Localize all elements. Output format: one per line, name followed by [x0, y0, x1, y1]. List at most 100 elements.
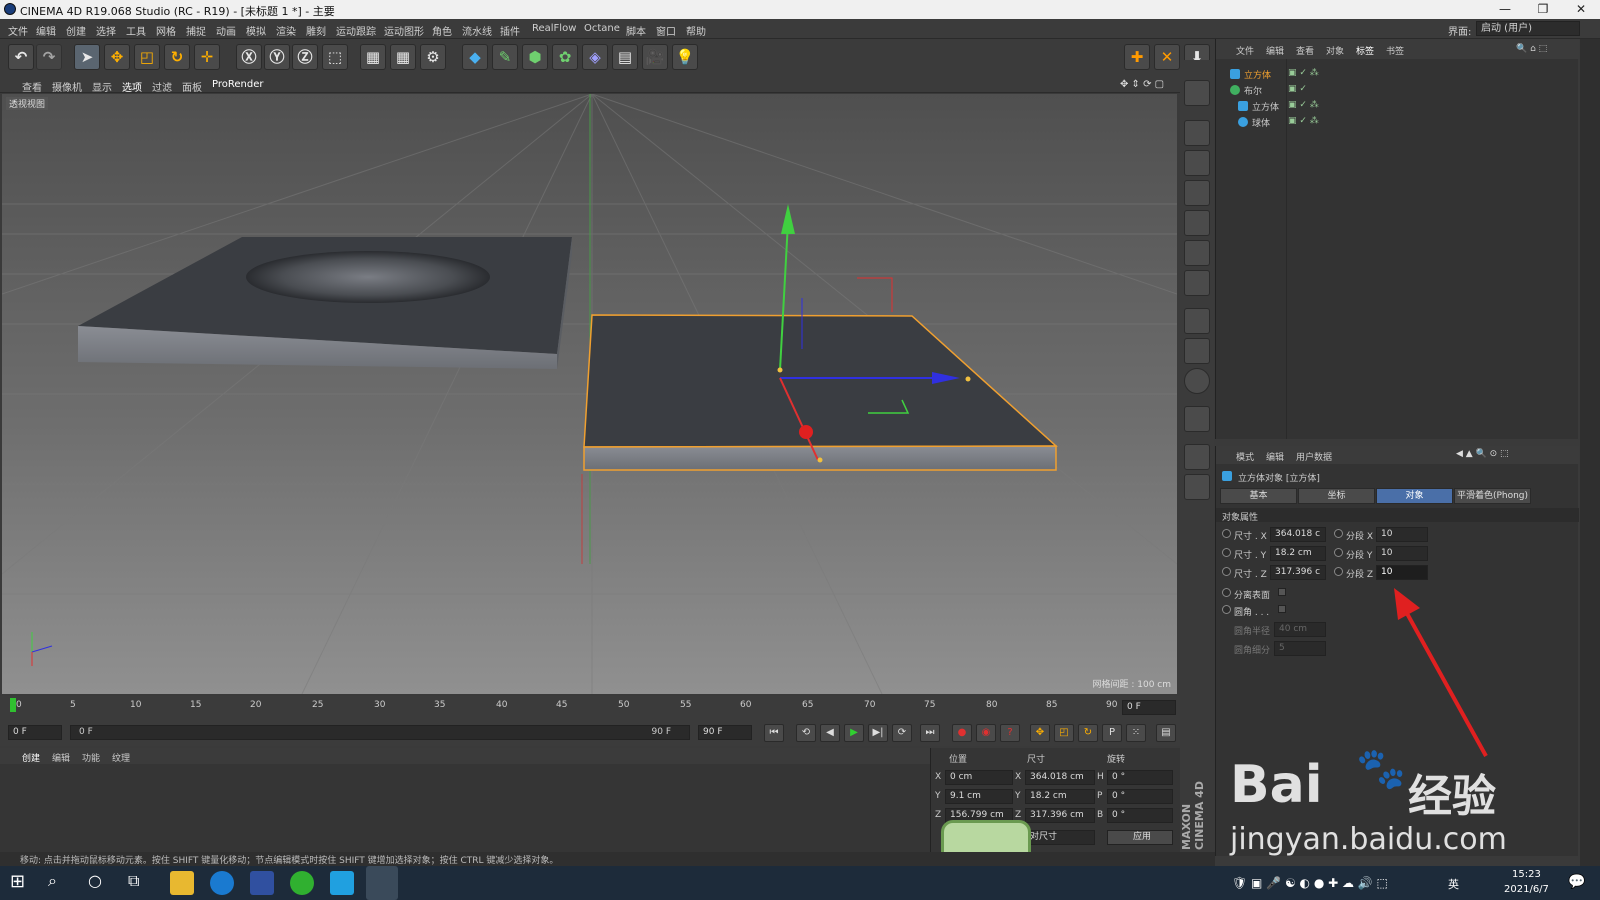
vp-menu-panel[interactable]: 面板: [182, 79, 202, 94]
object-mode-icon[interactable]: [1184, 120, 1210, 146]
axis-mode-icon[interactable]: [1184, 308, 1210, 334]
select-tool-icon[interactable]: ➤: [74, 44, 100, 70]
size-z-field[interactable]: 317.396 c: [1270, 565, 1326, 580]
object-row[interactable]: 立方体 ▣ ✓ ⁂: [1216, 98, 1576, 114]
vp-menu-filter[interactable]: 过滤: [152, 79, 172, 94]
current-frame-field[interactable]: 0 F: [1122, 700, 1176, 715]
range-slider[interactable]: 0 F 90 F: [70, 725, 690, 740]
fillet-radius-field[interactable]: 40 cm: [1274, 622, 1326, 637]
polygons-mode-icon[interactable]: [1184, 270, 1210, 296]
menu-pipeline[interactable]: 流水线: [462, 23, 492, 38]
seg-y-field[interactable]: 10: [1376, 546, 1428, 561]
menu-create[interactable]: 创建: [66, 23, 86, 38]
om-menu-file[interactable]: 文件: [1236, 44, 1254, 57]
minimize-button[interactable]: —: [1486, 0, 1524, 19]
model-mode-icon[interactable]: [1184, 80, 1210, 106]
coordinate-system-icon[interactable]: ⬚: [322, 44, 348, 70]
fillet-checkbox[interactable]: [1278, 605, 1286, 613]
subdivision-icon[interactable]: ⬢: [522, 44, 548, 70]
key-pla-icon[interactable]: ⁙: [1126, 724, 1146, 742]
keyframe-selection-icon[interactable]: ?: [1000, 724, 1020, 742]
seg-x-field[interactable]: 10: [1376, 527, 1428, 542]
prev-frame-icon[interactable]: ◀: [820, 724, 840, 742]
visibility-dots-icon[interactable]: ▣ ✓ ⁂: [1288, 68, 1319, 78]
size-x-coord-field[interactable]: 364.018 cm: [1025, 770, 1095, 785]
mat-menu-create[interactable]: 创建: [22, 751, 40, 764]
mat-menu-edit[interactable]: 编辑: [52, 751, 70, 764]
menu-edit[interactable]: 编辑: [36, 23, 56, 38]
position-x-field[interactable]: 0 cm: [945, 770, 1013, 785]
size-x-field[interactable]: 364.018 c: [1270, 527, 1326, 542]
menu-character[interactable]: 角色: [432, 23, 452, 38]
apply-button[interactable]: 应用: [1107, 830, 1173, 845]
menu-snap[interactable]: 捕捉: [186, 23, 206, 38]
clock-time[interactable]: 15:23: [1512, 869, 1541, 880]
viewport-nav-icons[interactable]: ✥ ⇕ ⟳ ▢: [1120, 79, 1164, 90]
clock-date[interactable]: 2021/6/7: [1504, 884, 1549, 895]
ime-indicator[interactable]: 英: [1448, 876, 1459, 892]
am-nav-icons[interactable]: ◀ ▲ 🔍 ⊙ ⬚: [1456, 449, 1509, 459]
undo-icon[interactable]: ↶: [8, 44, 34, 70]
am-menu-mode[interactable]: 模式: [1236, 450, 1254, 463]
tray-icons[interactable]: 🛡 ▣ 🎤 ☯ ◐ ● ✚ ☁ 🔊 ⬚: [1232, 876, 1388, 890]
menu-plugins[interactable]: 插件: [500, 23, 520, 38]
tab-phong[interactable]: 平滑着色(Phong): [1454, 488, 1531, 504]
task-view-icon[interactable]: ⧉: [128, 871, 152, 895]
autokey-icon[interactable]: ◉: [976, 724, 996, 742]
size-y-field[interactable]: 18.2 cm: [1270, 546, 1326, 561]
fillet-subdivision-field[interactable]: 5: [1274, 641, 1326, 656]
vp-menu-display[interactable]: 显示: [92, 79, 112, 94]
play-icon[interactable]: ▶: [844, 724, 864, 742]
om-menu-view[interactable]: 查看: [1296, 44, 1314, 57]
x-axis-lock-icon[interactable]: Ⓧ: [236, 44, 262, 70]
om-menu-edit[interactable]: 编辑: [1266, 44, 1284, 57]
texture-mode-icon[interactable]: [1184, 150, 1210, 176]
goto-start-icon[interactable]: ⏮: [764, 724, 784, 742]
seg-z-anim-radio[interactable]: [1334, 567, 1343, 576]
size-mode-select[interactable]: 对尺寸: [1025, 830, 1095, 845]
snap-icon[interactable]: ✚: [1124, 44, 1150, 70]
redo-icon[interactable]: ↷: [36, 44, 62, 70]
render-picture-viewer-icon[interactable]: ▦: [390, 44, 416, 70]
magnet-icon[interactable]: [1184, 406, 1210, 432]
visibility-dots-icon[interactable]: ▣ ✓ ⁂: [1288, 116, 1319, 126]
record-icon[interactable]: ●: [952, 724, 972, 742]
vp-menu-cameras[interactable]: 摄像机: [52, 79, 82, 94]
scale-tool-icon[interactable]: ◰: [134, 44, 160, 70]
object-row[interactable]: 立方体 ▣ ✓ ⁂: [1216, 66, 1576, 82]
vp-menu-options[interactable]: 选项: [122, 79, 142, 94]
menu-mograph[interactable]: 运动图形: [384, 23, 424, 38]
grid-lock-icon[interactable]: [1184, 474, 1210, 500]
menu-render[interactable]: 渲染: [276, 23, 296, 38]
key-position-icon[interactable]: ✥: [1030, 724, 1050, 742]
next-key-icon[interactable]: ⟳: [892, 724, 912, 742]
menu-motion-tracking[interactable]: 运动跟踪: [336, 23, 376, 38]
rotation-h-field[interactable]: 0 °: [1107, 770, 1173, 785]
close-button[interactable]: ✕: [1562, 0, 1600, 19]
search-icon[interactable]: ⌕: [48, 871, 72, 895]
position-y-field[interactable]: 9.1 cm: [945, 789, 1013, 804]
mat-menu-function[interactable]: 功能: [82, 751, 100, 764]
object-row[interactable]: 球体 ▣ ✓ ⁂: [1216, 114, 1576, 130]
separate-anim-radio[interactable]: [1222, 588, 1231, 597]
layout-select[interactable]: 启动 (用户): [1476, 21, 1580, 36]
menu-octane[interactable]: Octane: [584, 23, 620, 34]
timeline-menu-icon[interactable]: ▤: [1156, 724, 1176, 742]
menu-mesh[interactable]: 网格: [156, 23, 176, 38]
key-rotation-icon[interactable]: ↻: [1078, 724, 1098, 742]
z-axis-lock-icon[interactable]: Ⓩ: [292, 44, 318, 70]
vp-menu-view[interactable]: 查看: [22, 79, 42, 94]
seg-y-anim-radio[interactable]: [1334, 548, 1343, 557]
pen-spline-icon[interactable]: ✎: [492, 44, 518, 70]
tab-coord[interactable]: 坐标: [1298, 488, 1375, 504]
move-tool-icon[interactable]: ✥: [104, 44, 130, 70]
menu-script[interactable]: 脚本: [626, 23, 646, 38]
menu-realflow[interactable]: RealFlow: [532, 23, 576, 34]
key-scale-icon[interactable]: ◰: [1054, 724, 1074, 742]
file-explorer-icon[interactable]: [170, 871, 194, 895]
camera-icon[interactable]: 🎥: [642, 44, 668, 70]
workplane-icon[interactable]: ✕: [1154, 44, 1180, 70]
menu-animate[interactable]: 动画: [216, 23, 236, 38]
notification-icon[interactable]: 💬: [1568, 874, 1585, 890]
snapping-icon[interactable]: [1184, 368, 1210, 394]
